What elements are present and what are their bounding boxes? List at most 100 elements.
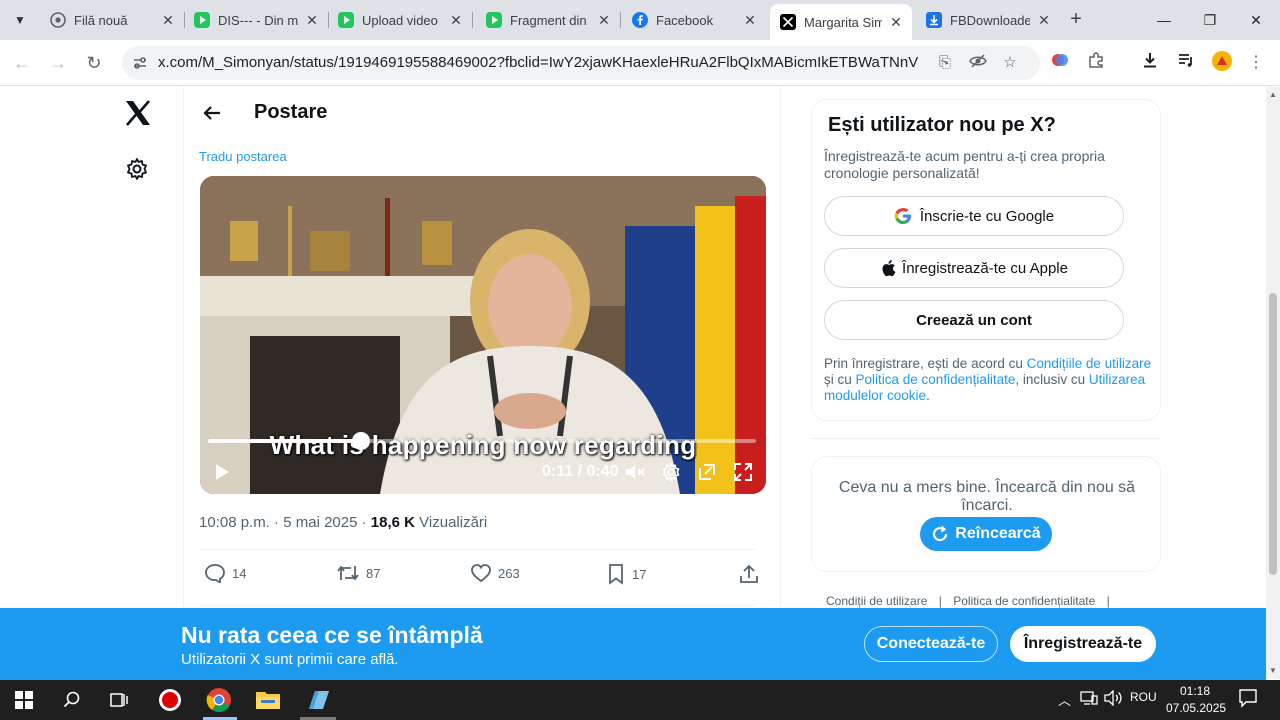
translate-post-link[interactable]: Tradu postarea [199, 149, 287, 164]
tray-overflow-chevron-icon[interactable]: ︿ [1058, 690, 1071, 709]
close-icon[interactable]: ✕ [160, 12, 176, 28]
banner-title: Nu rata ceea ce se întâmplă [181, 622, 483, 648]
bookmark-star-icon[interactable]: ☆ [999, 52, 1021, 74]
notification-center-icon[interactable] [1238, 688, 1258, 711]
video-progress-bar[interactable] [208, 432, 756, 450]
download-icon [926, 12, 942, 28]
x-logo-icon [780, 14, 796, 30]
browser-menu-icon[interactable]: ⋮ [1244, 51, 1268, 75]
taskbar-clock[interactable]: 01:18 07.05.2025 [1166, 683, 1227, 717]
close-icon[interactable]: ✕ [448, 12, 464, 28]
video-play-icon [486, 12, 502, 28]
x-post-page: Postare Tradu postarea What is happening… [0, 87, 1266, 608]
minimize-window-button[interactable]: — [1152, 8, 1176, 32]
volume-icon[interactable] [1104, 689, 1124, 709]
footer-privacy-link[interactable]: Politica de confidențialitate [953, 594, 1095, 608]
tab-margarita-simonyan[interactable]: Margarita Sim ✕ [770, 4, 912, 40]
scroll-up-arrow[interactable]: ▲ [1268, 90, 1278, 100]
mute-icon[interactable] [624, 462, 646, 482]
like-count: 263 [498, 565, 520, 581]
like-button[interactable]: 263 [470, 563, 520, 583]
chrome-taskbar-icon[interactable] [199, 684, 239, 716]
gear-icon[interactable] [125, 157, 149, 181]
url-text[interactable]: x.com/M_Simonyan/status/1919469195588469… [158, 54, 918, 71]
share-icon [740, 564, 758, 583]
task-view-icon[interactable] [100, 684, 140, 716]
back-button[interactable]: ← [10, 51, 34, 75]
install-app-icon[interactable]: ⎘ [934, 52, 956, 74]
scroll-down-arrow[interactable]: ▼ [1268, 666, 1278, 676]
tab-label: Margarita Sim [804, 14, 882, 30]
tab-fragment[interactable]: Fragment din ✕ [476, 4, 620, 36]
login-button[interactable]: Conectează-te [864, 626, 998, 662]
address-bar[interactable]: x.com/M_Simonyan/status/1919469195588469… [122, 46, 1040, 80]
close-icon[interactable]: ✕ [742, 12, 758, 28]
new-tab-button[interactable]: + [1064, 8, 1088, 32]
file-explorer-icon[interactable] [248, 684, 288, 716]
terms-of-service-link[interactable]: Condițiile de utilizare [1027, 356, 1152, 371]
signup-button[interactable]: Înregistrează-te [1010, 626, 1156, 662]
signup-card-title: Ești utilizator nou pe X? [828, 114, 1056, 136]
error-message: Ceva nu a mers bine. Încearcă din nou să… [838, 479, 1136, 514]
close-icon[interactable]: ✕ [888, 14, 904, 30]
screen-recorder-icon[interactable] [150, 684, 190, 716]
close-icon[interactable]: ✕ [304, 12, 320, 28]
profile-avatar-icon[interactable] [1210, 51, 1234, 75]
media-controls-icon[interactable] [1174, 51, 1198, 75]
restore-window-button[interactable]: ❐ [1198, 8, 1222, 32]
extensions-puzzle-icon[interactable] [1084, 51, 1108, 75]
site-settings-icon[interactable] [132, 55, 148, 71]
network-icon[interactable] [1080, 690, 1098, 709]
page-scrollbar[interactable]: ▲ ▼ [1266, 87, 1280, 679]
post-date[interactable]: 5 mai 2025 [283, 514, 357, 531]
downloads-icon[interactable] [1138, 51, 1162, 75]
app-launcher-icon[interactable] [298, 684, 338, 716]
reply-count: 14 [232, 565, 247, 581]
share-button[interactable] [738, 563, 766, 585]
extension-colorful-icon[interactable] [1048, 51, 1072, 75]
windows-start-icon[interactable] [4, 684, 44, 716]
tab-upload-video[interactable]: Upload video ✕ [328, 4, 472, 36]
facebook-icon [632, 12, 648, 28]
post-meta: 10:08 p.m. · 5 mai 2025 · 18,6 K Vizuali… [199, 514, 488, 531]
input-language[interactable]: ROU [1130, 690, 1157, 704]
tab-label: FBDownloade [950, 12, 1030, 28]
forward-button[interactable]: → [46, 51, 70, 75]
tab-search-button[interactable]: ▼ [8, 8, 32, 32]
retry-button[interactable]: Reîncearcă [920, 517, 1052, 551]
footer-terms-link[interactable]: Condiții de utilizare [826, 594, 927, 608]
bookmark-count: 17 [632, 566, 647, 582]
post-time[interactable]: 10:08 p.m. [199, 514, 270, 531]
apple-signup-button[interactable]: Înregistrează-te cu Apple [824, 248, 1124, 288]
google-signup-button[interactable]: Înscrie-te cu Google [824, 196, 1124, 236]
tab-new-tab[interactable]: Filă nouă ✕ [40, 4, 184, 36]
scrollbar-thumb[interactable] [1269, 293, 1277, 575]
repost-button[interactable]: 87 [336, 563, 380, 583]
privacy-policy-link[interactable]: Politica de confidențialitate [856, 372, 1016, 387]
bookmark-button[interactable]: 17 [606, 563, 646, 585]
play-icon[interactable] [212, 462, 232, 482]
create-account-button[interactable]: Creează un cont [824, 300, 1124, 340]
fullscreen-icon[interactable] [732, 462, 754, 482]
close-window-button[interactable]: ✕ [1244, 8, 1268, 32]
reply-icon [205, 564, 225, 583]
tab-fbdownloader[interactable]: FBDownloade ✕ [916, 4, 1060, 36]
close-icon[interactable]: ✕ [1036, 12, 1052, 28]
reply-button[interactable]: 14 [204, 563, 246, 583]
clock-date: 07.05.2025 [1166, 701, 1227, 715]
tab-facebook[interactable]: Facebook ✕ [622, 4, 766, 36]
views-label: Vizualizări [415, 514, 488, 531]
search-icon[interactable] [52, 684, 92, 716]
x-logo-icon[interactable] [124, 99, 152, 127]
video-player[interactable]: What is happening now regarding 0:11 / 0… [200, 176, 766, 494]
settings-gear-icon[interactable] [660, 462, 682, 482]
back-arrow-icon[interactable] [202, 103, 222, 123]
tab-label: Facebook [656, 12, 714, 28]
tab-dis[interactable]: DIS--- - Din m ✕ [184, 4, 328, 36]
close-icon[interactable]: ✕ [596, 12, 612, 28]
reload-button[interactable]: ↻ [82, 51, 106, 75]
picture-in-picture-icon[interactable] [696, 462, 718, 482]
video-play-icon [194, 12, 210, 28]
eye-slash-icon[interactable] [967, 52, 989, 74]
apple-icon [882, 260, 896, 277]
